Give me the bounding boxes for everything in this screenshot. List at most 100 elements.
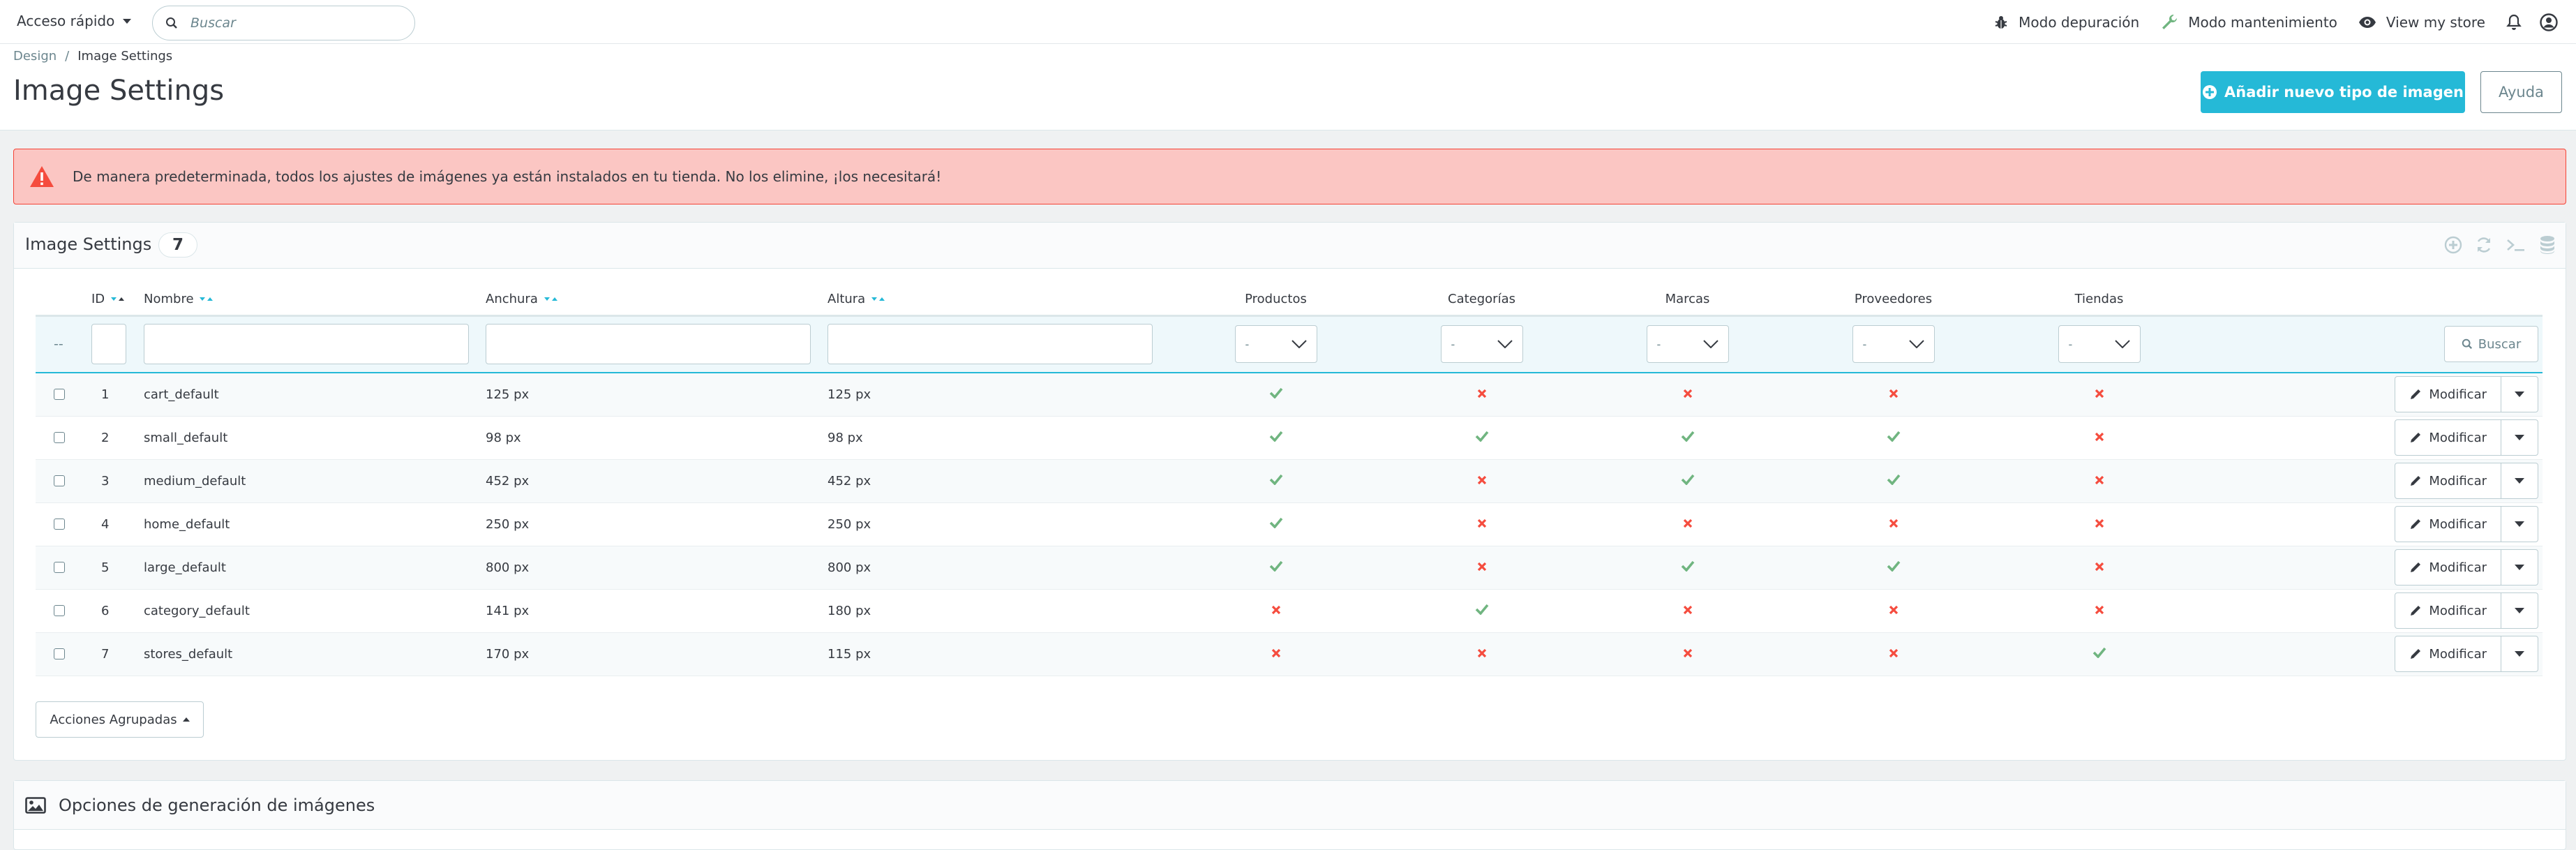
col-brands: Marcas bbox=[1585, 283, 1790, 317]
user-menu-button[interactable] bbox=[2540, 13, 2558, 31]
edit-button[interactable]: Modificar bbox=[2395, 550, 2501, 585]
col-actions bbox=[2202, 283, 2543, 317]
row-products-status[interactable] bbox=[1173, 502, 1379, 546]
check-icon bbox=[1269, 560, 1283, 572]
sort-height-icon[interactable] bbox=[871, 296, 885, 303]
filter-id-input[interactable] bbox=[91, 324, 126, 365]
row-stores-status[interactable] bbox=[1996, 502, 2202, 546]
filter-width-input[interactable] bbox=[486, 324, 811, 365]
search-input[interactable]: Buscar bbox=[152, 6, 415, 40]
row-suppliers-status[interactable] bbox=[1790, 632, 1996, 676]
row-height: 180 px bbox=[828, 589, 1173, 633]
edit-button[interactable]: Modificar bbox=[2395, 507, 2501, 542]
row-categories-status[interactable] bbox=[1379, 589, 1585, 633]
row-suppliers-status[interactable] bbox=[1790, 373, 1996, 417]
check-icon bbox=[1475, 431, 1489, 442]
row-height: 250 px bbox=[828, 502, 1173, 546]
row-checkbox[interactable] bbox=[54, 475, 65, 486]
edit-button[interactable]: Modificar bbox=[2395, 463, 2501, 498]
row-categories-status[interactable] bbox=[1379, 459, 1585, 503]
database-icon[interactable] bbox=[2539, 235, 2556, 255]
refresh-icon[interactable] bbox=[2475, 236, 2493, 254]
cross-icon bbox=[1271, 648, 1281, 658]
filter-name-input[interactable] bbox=[144, 324, 469, 365]
row-checkbox[interactable] bbox=[54, 519, 65, 530]
filter-height-input[interactable] bbox=[828, 324, 1153, 365]
quick-access-dropdown[interactable]: Acceso rápido bbox=[17, 13, 132, 29]
row-suppliers-status[interactable] bbox=[1790, 502, 1996, 546]
row-products-status[interactable] bbox=[1173, 589, 1379, 633]
add-new-icon[interactable] bbox=[2444, 236, 2462, 254]
bulk-actions-button[interactable]: Acciones Agrupadas bbox=[36, 701, 204, 738]
row-brands-status[interactable] bbox=[1585, 459, 1790, 503]
row-categories-status[interactable] bbox=[1379, 373, 1585, 417]
row-action-group: Modificar bbox=[2395, 592, 2538, 629]
edit-button[interactable]: Modificar bbox=[2395, 420, 2501, 455]
row-brands-status[interactable] bbox=[1585, 546, 1790, 590]
row-brands-status[interactable] bbox=[1585, 502, 1790, 546]
cross-icon bbox=[1889, 389, 1899, 398]
row-stores-status[interactable] bbox=[1996, 589, 2202, 633]
row-categories-status[interactable] bbox=[1379, 632, 1585, 676]
row-checkbox[interactable] bbox=[54, 389, 65, 401]
row-actions-dropdown[interactable] bbox=[2501, 550, 2538, 585]
row-action-group: Modificar bbox=[2395, 636, 2538, 672]
edit-button[interactable]: Modificar bbox=[2395, 377, 2501, 412]
filter-search-button[interactable]: Buscar bbox=[2444, 326, 2538, 363]
row-actions-dropdown[interactable] bbox=[2501, 593, 2538, 628]
row-actions-dropdown[interactable] bbox=[2501, 377, 2538, 412]
row-checkbox[interactable] bbox=[54, 605, 65, 616]
edit-button[interactable]: Modificar bbox=[2395, 636, 2501, 671]
row-stores-status[interactable] bbox=[1996, 459, 2202, 503]
row-brands-status[interactable] bbox=[1585, 373, 1790, 417]
row-name: category_default bbox=[144, 589, 486, 633]
row-actions-dropdown[interactable] bbox=[2501, 420, 2538, 455]
terminal-icon[interactable] bbox=[2506, 237, 2526, 253]
sort-id-icon[interactable] bbox=[110, 296, 125, 303]
row-products-status[interactable] bbox=[1173, 459, 1379, 503]
row-stores-status[interactable] bbox=[1996, 632, 2202, 676]
row-actions-dropdown[interactable] bbox=[2501, 463, 2538, 498]
help-button[interactable]: Ayuda bbox=[2480, 71, 2562, 113]
sort-width-icon[interactable] bbox=[544, 296, 558, 303]
row-stores-status[interactable] bbox=[1996, 416, 2202, 460]
row-checkbox[interactable] bbox=[54, 648, 65, 659]
row-actions-dropdown[interactable] bbox=[2501, 507, 2538, 542]
view-store-link[interactable]: View my store bbox=[2358, 14, 2485, 31]
row-brands-status[interactable] bbox=[1585, 632, 1790, 676]
filter-categories-select[interactable]: - bbox=[1440, 325, 1523, 364]
row-action-group: Modificar bbox=[2395, 376, 2538, 413]
row-stores-status[interactable] bbox=[1996, 373, 2202, 417]
row-checkbox[interactable] bbox=[54, 432, 65, 443]
row-products-status[interactable] bbox=[1173, 546, 1379, 590]
row-actions-dropdown[interactable] bbox=[2501, 636, 2538, 671]
notifications-button[interactable] bbox=[2506, 14, 2522, 31]
row-categories-status[interactable] bbox=[1379, 416, 1585, 460]
sort-name-icon[interactable] bbox=[200, 296, 214, 303]
row-suppliers-status[interactable] bbox=[1790, 589, 1996, 633]
maintenance-mode-link[interactable]: Modo mantenimiento bbox=[2160, 13, 2337, 31]
pencil-icon bbox=[2411, 476, 2421, 486]
row-suppliers-status[interactable] bbox=[1790, 459, 1996, 503]
row-stores-status[interactable] bbox=[1996, 546, 2202, 590]
row-checkbox[interactable] bbox=[54, 562, 65, 573]
row-products-status[interactable] bbox=[1173, 373, 1379, 417]
check-icon bbox=[1269, 474, 1283, 485]
row-products-status[interactable] bbox=[1173, 632, 1379, 676]
row-categories-status[interactable] bbox=[1379, 546, 1585, 590]
row-suppliers-status[interactable] bbox=[1790, 546, 1996, 590]
row-categories-status[interactable] bbox=[1379, 502, 1585, 546]
col-products: Productos bbox=[1173, 283, 1379, 317]
row-brands-status[interactable] bbox=[1585, 416, 1790, 460]
debug-mode-link[interactable]: Modo depuración bbox=[1993, 14, 2139, 31]
filter-suppliers-select[interactable]: - bbox=[1852, 325, 1935, 364]
add-image-type-button[interactable]: Añadir nuevo tipo de imagen bbox=[2201, 71, 2465, 113]
breadcrumb-parent-link[interactable]: Design bbox=[13, 49, 57, 64]
edit-button[interactable]: Modificar bbox=[2395, 593, 2501, 628]
filter-stores-select[interactable]: - bbox=[2058, 325, 2141, 364]
row-brands-status[interactable] bbox=[1585, 589, 1790, 633]
filter-products-select[interactable]: - bbox=[1234, 325, 1317, 364]
row-products-status[interactable] bbox=[1173, 416, 1379, 460]
filter-brands-select[interactable]: - bbox=[1646, 325, 1729, 364]
row-suppliers-status[interactable] bbox=[1790, 416, 1996, 460]
